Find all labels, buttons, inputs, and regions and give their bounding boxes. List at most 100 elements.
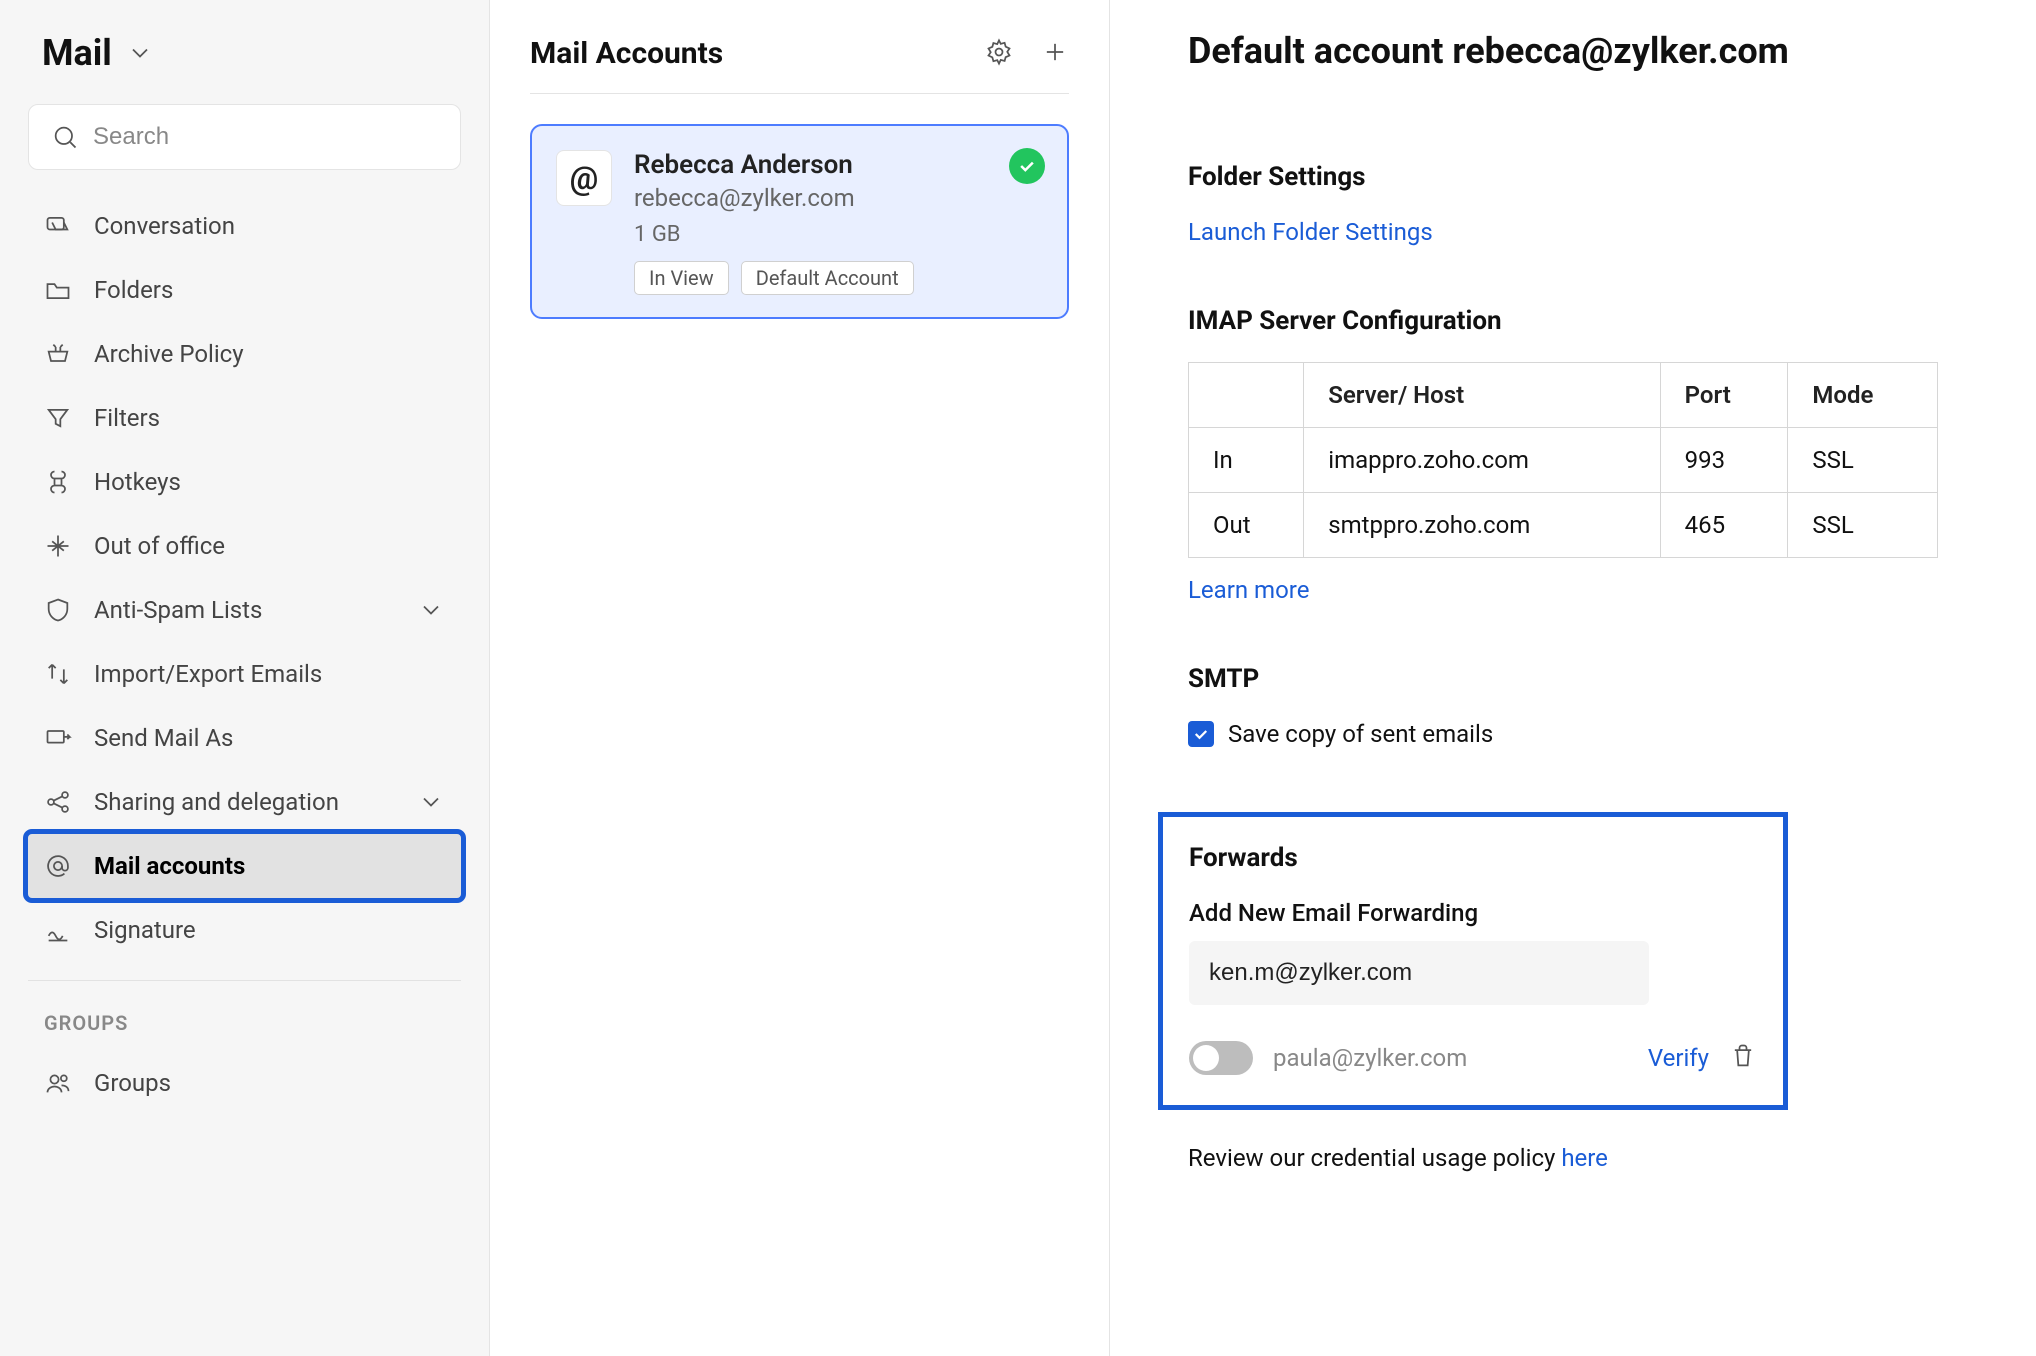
search-input[interactable] (93, 123, 438, 151)
sidebar-item-archive-policy[interactable]: Archive Policy (28, 322, 461, 386)
launch-folder-settings-link[interactable]: Launch Folder Settings (1188, 218, 1433, 246)
shield-icon (44, 596, 72, 624)
folder-icon (44, 276, 72, 304)
policy-text: Review our credential usage policy here (1188, 1144, 1976, 1172)
sidebar-item-label: Folders (94, 276, 173, 304)
imap-th-port: Port (1660, 363, 1788, 428)
settings-button[interactable] (985, 38, 1013, 70)
at-icon (44, 852, 72, 880)
sidebar-item-label: Import/Export Emails (94, 660, 322, 688)
sidebar: Mail Conversation Folders Archive Policy… (0, 0, 490, 1356)
chevron-down-icon (417, 596, 445, 624)
imap-cell: 465 (1660, 493, 1788, 558)
check-icon (1192, 725, 1210, 743)
policy-link[interactable]: here (1561, 1144, 1608, 1172)
sidebar-item-folders[interactable]: Folders (28, 258, 461, 322)
sidebar-item-out-of-office[interactable]: Out of office (28, 514, 461, 578)
gear-icon (985, 38, 1013, 66)
sidebar-item-send-as[interactable]: Send Mail As (28, 706, 461, 770)
sidebar-item-label: Hotkeys (94, 468, 181, 496)
chevron-down-icon (417, 788, 445, 816)
imap-cell: smtppro.zoho.com (1304, 493, 1660, 558)
sidebar-item-label: Anti-Spam Lists (94, 596, 262, 624)
sidebar-item-label: Out of office (94, 532, 225, 560)
groups-icon (44, 1069, 72, 1097)
folder-settings-heading: Folder Settings (1188, 162, 1976, 192)
sidebar-item-label: Send Mail As (94, 724, 233, 752)
account-quota: 1 GB (634, 222, 1043, 247)
sidebar-item-import-export[interactable]: Import/Export Emails (28, 642, 461, 706)
policy-label: Review our credential usage policy (1188, 1144, 1561, 1172)
imap-th-server: Server/ Host (1304, 363, 1660, 428)
filter-icon (44, 404, 72, 432)
send-mail-as-icon (44, 724, 72, 752)
imap-th-blank (1189, 363, 1304, 428)
imap-heading: IMAP Server Configuration (1188, 306, 1976, 336)
account-email: rebecca@zylker.com (634, 184, 1043, 212)
account-tag: Default Account (741, 261, 914, 295)
imap-cell: imappro.zoho.com (1304, 428, 1660, 493)
sidebar-item-signature[interactable]: Signature (28, 898, 461, 962)
sidebar-item-mail-accounts[interactable]: Mail accounts (28, 834, 461, 898)
share-icon (44, 788, 72, 816)
app-title-label: Mail (42, 32, 112, 74)
table-row: In imappro.zoho.com 993 SSL (1189, 428, 1938, 493)
command-icon (44, 468, 72, 496)
verified-badge (1009, 148, 1045, 184)
save-copy-checkbox[interactable] (1188, 721, 1214, 747)
forwards-section: Forwards Add New Email Forwarding paula@… (1158, 812, 1788, 1110)
delete-forward-button[interactable] (1729, 1042, 1757, 1074)
imap-cell: In (1189, 428, 1304, 493)
add-forwarding-label: Add New Email Forwarding (1189, 899, 1757, 927)
account-card[interactable]: @ Rebecca Anderson rebecca@zylker.com 1 … (530, 124, 1069, 319)
search-icon (51, 123, 79, 151)
forwarding-input[interactable] (1189, 941, 1649, 1005)
detail-panel: Default account rebecca@zylker.com Folde… (1110, 0, 2036, 1356)
forward-pending-email: paula@zylker.com (1273, 1044, 1628, 1072)
sidebar-item-groups[interactable]: Groups (28, 1051, 461, 1115)
save-copy-label: Save copy of sent emails (1228, 720, 1493, 748)
imap-cell: SSL (1788, 428, 1938, 493)
plus-icon (1041, 38, 1069, 66)
forwards-heading: Forwards (1189, 843, 1757, 873)
sidebar-item-label: Filters (94, 404, 160, 432)
sidebar-item-label: Sharing and delegation (94, 788, 339, 816)
learn-more-link[interactable]: Learn more (1188, 576, 1309, 604)
sidebar-item-conversation[interactable]: Conversation (28, 194, 461, 258)
sidebar-item-sharing[interactable]: Sharing and delegation (28, 770, 461, 834)
imap-table: Server/ Host Port Mode In imappro.zoho.c… (1188, 362, 1938, 558)
import-export-icon (44, 660, 72, 688)
forward-toggle[interactable] (1189, 1041, 1253, 1075)
conversation-icon (44, 212, 72, 240)
plane-icon (44, 532, 72, 560)
signature-icon (44, 916, 72, 944)
accounts-panel: Mail Accounts @ Rebecca Anderson rebecca… (490, 0, 1110, 1356)
smtp-heading: SMTP (1188, 664, 1976, 694)
sidebar-item-label: Groups (94, 1069, 171, 1097)
app-switcher[interactable]: Mail (42, 32, 461, 74)
account-tag: In View (634, 261, 729, 295)
account-name: Rebecca Anderson (634, 150, 1043, 180)
imap-th-mode: Mode (1788, 363, 1938, 428)
divider (28, 980, 461, 981)
check-icon (1017, 156, 1037, 176)
imap-cell: SSL (1788, 493, 1938, 558)
verify-button[interactable]: Verify (1648, 1044, 1709, 1072)
at-icon: @ (556, 150, 612, 206)
sidebar-item-hotkeys[interactable]: Hotkeys (28, 450, 461, 514)
sidebar-item-filters[interactable]: Filters (28, 386, 461, 450)
add-account-button[interactable] (1041, 38, 1069, 70)
sidebar-item-anti-spam[interactable]: Anti-Spam Lists (28, 578, 461, 642)
imap-cell: Out (1189, 493, 1304, 558)
sidebar-item-label: Conversation (94, 212, 235, 240)
sidebar-item-label: Signature (94, 916, 196, 944)
table-row: Out smtppro.zoho.com 465 SSL (1189, 493, 1938, 558)
trash-icon (1729, 1042, 1757, 1070)
panel-title: Mail Accounts (530, 36, 957, 71)
groups-section-label: GROUPS (28, 999, 461, 1043)
sidebar-item-label: Mail accounts (94, 852, 245, 880)
imap-cell: 993 (1660, 428, 1788, 493)
search-input-wrapper[interactable] (28, 104, 461, 170)
chevron-down-icon (126, 39, 154, 67)
archive-icon (44, 340, 72, 368)
